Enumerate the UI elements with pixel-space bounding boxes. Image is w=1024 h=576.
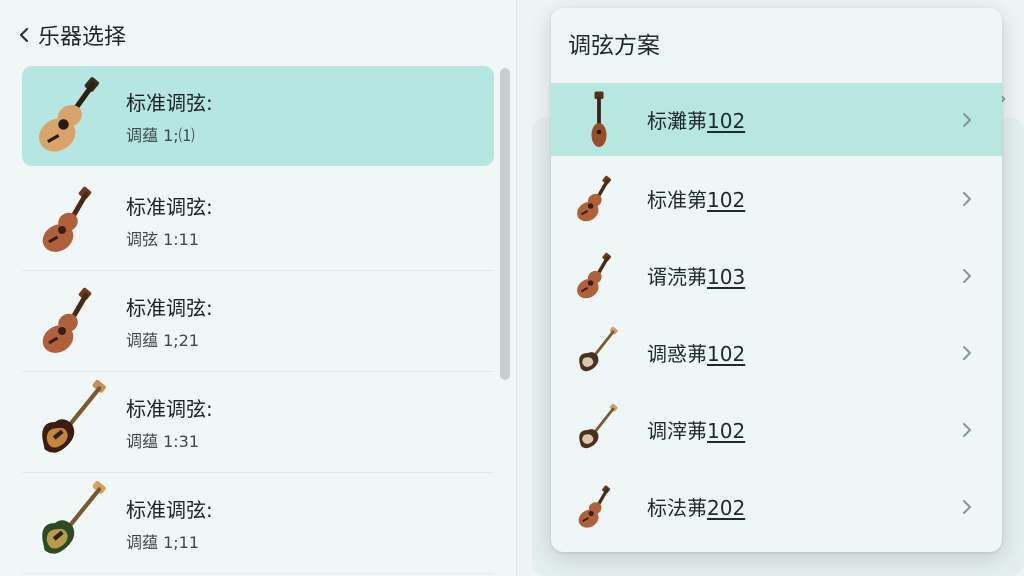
instrument-list: 标准调弦: 调蕴 1;⑴ 标准调弦: 调弦 1:11 标准调弦: 调蕴 1;21… bbox=[22, 66, 494, 576]
page-title: 乐器选择 bbox=[38, 25, 127, 50]
tuning-item[interactable]: 调滓茀102 bbox=[551, 391, 1002, 468]
tuning-item[interactable]: 标准第102 bbox=[551, 160, 1002, 237]
chevron-left-icon bbox=[19, 27, 29, 43]
ukulele-icon bbox=[34, 281, 114, 361]
back-button[interactable]: 乐器选择 bbox=[18, 18, 126, 52]
instrument-name: 标准调弦: bbox=[126, 396, 213, 421]
chevron-right-icon bbox=[962, 191, 972, 207]
tuning-item[interactable]: 谞涜茀103 bbox=[551, 237, 1002, 314]
chevron-right-icon bbox=[962, 112, 972, 128]
ukulele-icon bbox=[573, 481, 625, 533]
instrument-row[interactable]: 标准调弦: 调蕴 1;⑴ bbox=[22, 66, 494, 166]
chevron-right-icon bbox=[962, 499, 972, 515]
tuning-label: 谞涜茀103 bbox=[647, 265, 746, 289]
popover-title: 调弦方案 bbox=[568, 33, 660, 59]
acoustic-guitar-icon bbox=[32, 74, 116, 158]
instrument-row[interactable]: 标准调弦: 调蕴 1;21 bbox=[22, 271, 494, 372]
ukulele-icon bbox=[34, 180, 114, 260]
instrument-row[interactable]: 标准调弦: 调蕴 1:31 bbox=[22, 372, 494, 473]
tuning-label: 标准第102 bbox=[647, 188, 746, 212]
instrument-name: 标准调弦: bbox=[126, 194, 213, 219]
instrument-detail: 调蕴 1:31 bbox=[126, 431, 200, 451]
electric-bass-sunburst-icon bbox=[32, 380, 116, 464]
ukulele-icon bbox=[571, 171, 627, 227]
instrument-detail: 调蕴 1;⑴ bbox=[126, 125, 195, 145]
tuning-item[interactable]: 标法茀202 bbox=[551, 468, 1002, 545]
tuning-label: 调滓茀102 bbox=[647, 419, 746, 443]
instrument-row[interactable]: 标准调弦: 调弦 1:11 bbox=[22, 170, 494, 271]
scrollbar[interactable] bbox=[500, 68, 510, 380]
electric-guitar-icon bbox=[571, 325, 627, 381]
tuning-label: 标灘茀102 bbox=[647, 109, 746, 133]
mandolin-icon bbox=[569, 90, 629, 150]
tuning-label: 标法茀202 bbox=[647, 496, 746, 520]
tuning-item[interactable]: 标灘茀102 bbox=[551, 83, 1002, 156]
instrument-detail: 调蕴 1;11 bbox=[126, 532, 200, 552]
tuning-list: 标灘茀102 标准第102 谞涜茀103 调惑茀102 调滓茀102 标法茀20… bbox=[551, 83, 1002, 545]
ukulele-icon bbox=[571, 248, 627, 304]
tuning-item[interactable]: 调惑茀102 bbox=[551, 314, 1002, 391]
tuning-label: 调惑茀102 bbox=[647, 342, 746, 366]
electric-guitar-icon bbox=[571, 402, 627, 458]
chevron-right-icon bbox=[962, 422, 972, 438]
instrument-detail: 调蕴 1;21 bbox=[126, 330, 200, 350]
tuning-popover: 调弦方案 标灘茀102 标准第102 谞涜茀103 调惑茀102 调滓茀102 bbox=[551, 8, 1002, 552]
electric-bass-green-icon bbox=[32, 481, 116, 565]
instrument-panel: 乐器选择 标准调弦: 调蕴 1;⑴ 标准调弦: 调弦 1:11 标准调弦: 调蕴… bbox=[0, 0, 517, 576]
instrument-name: 标准调弦: bbox=[126, 90, 213, 115]
chevron-right-icon bbox=[962, 345, 972, 361]
instrument-name: 标准调弦: bbox=[126, 497, 213, 522]
chevron-right-icon bbox=[962, 268, 972, 284]
instrument-name: 标准调弦: bbox=[126, 295, 213, 320]
instrument-detail: 调弦 1:11 bbox=[126, 229, 200, 249]
instrument-row[interactable]: 标准调弦: 调蕴 1;11 bbox=[22, 473, 494, 574]
